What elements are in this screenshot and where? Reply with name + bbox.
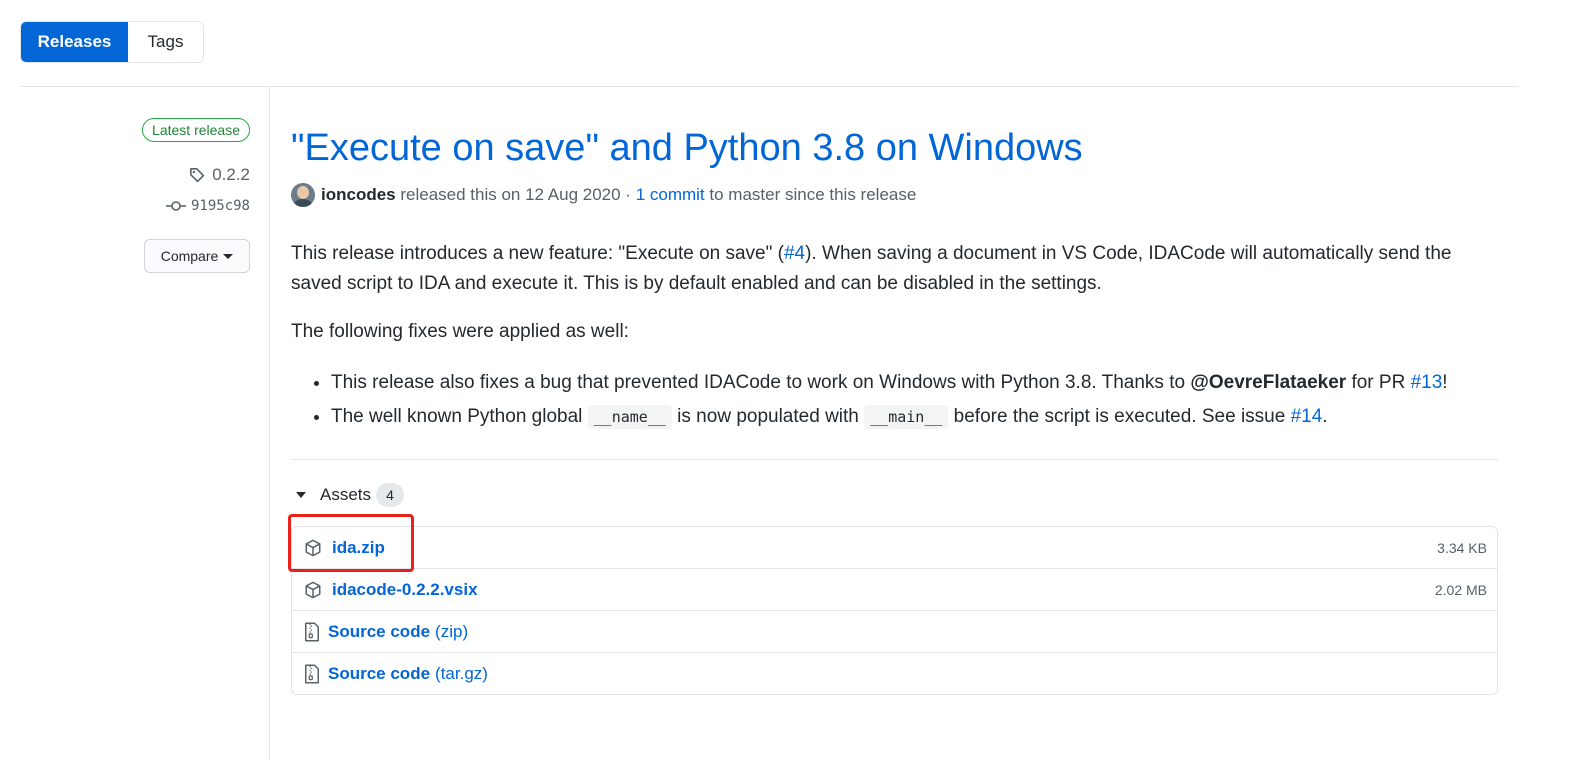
fix-text: for PR xyxy=(1346,372,1411,393)
assets-divider xyxy=(291,459,1498,460)
fixes-list: This release also fixes a bug that preve… xyxy=(291,366,1511,434)
tab-releases[interactable]: Releases xyxy=(21,22,128,62)
tag-icon xyxy=(190,168,205,183)
author-link[interactable]: ioncodes xyxy=(321,185,396,205)
file-zip-icon xyxy=(305,622,319,641)
release-tabs: Releases Tags xyxy=(20,21,204,63)
compare-label: Compare xyxy=(160,248,219,264)
highlight-box xyxy=(288,514,414,572)
top-divider xyxy=(20,86,1518,87)
asset-row-vsix[interactable]: idacode-0.2.2.vsix 2.02 MB xyxy=(292,568,1497,610)
list-item: This release also fixes a bug that preve… xyxy=(331,366,1511,400)
list-item: The well known Python global __name__ is… xyxy=(331,400,1511,434)
fix-text: . xyxy=(1322,406,1328,427)
issue-link-4[interactable]: #4 xyxy=(784,243,805,264)
since-text: to master since this release xyxy=(704,185,917,204)
asset-row-source-zip[interactable]: Source code (zip) xyxy=(292,610,1497,652)
commit-count-link[interactable]: 1 commit xyxy=(636,185,705,205)
compare-button[interactable]: Compare xyxy=(144,239,250,273)
asset-row-source-targz[interactable]: Source code (tar.gz) xyxy=(292,652,1497,694)
release-title[interactable]: "Execute on save" and Python 3.8 on Wind… xyxy=(291,125,1083,171)
fixes-intro: The following fixes were applied as well… xyxy=(291,321,629,342)
asset-name[interactable]: idacode-0.2.2.vsix xyxy=(332,580,478,600)
chevron-down-icon xyxy=(223,253,234,259)
package-icon xyxy=(305,581,321,598)
tab-tags[interactable]: Tags xyxy=(128,22,203,62)
fix-text: is now populated with xyxy=(671,406,865,427)
tag-link[interactable]: 0.2.2 xyxy=(188,165,250,185)
assets-label: Assets xyxy=(320,485,372,504)
commit-icon xyxy=(165,201,186,211)
asset-format[interactable]: (tar.gz) xyxy=(435,664,488,684)
pr-link-13[interactable]: #13 xyxy=(1411,372,1443,393)
asset-name[interactable]: Source code xyxy=(328,664,430,684)
released-text: released this on 12 Aug 2020 · xyxy=(395,185,636,204)
sidebar-divider xyxy=(269,87,270,761)
triangle-down-icon xyxy=(296,492,306,498)
fix-text: ! xyxy=(1442,372,1448,393)
tag-label: 0.2.2 xyxy=(212,165,250,184)
commit-sha: 9195c98 xyxy=(190,198,250,214)
file-zip-icon xyxy=(305,664,319,683)
asset-row-ida-zip[interactable]: ida.zip 3.34 KB xyxy=(292,527,1497,568)
assets-toggle[interactable]: Assets 4 xyxy=(291,483,405,507)
issue-link-14[interactable]: #14 xyxy=(1291,406,1323,427)
assets-list: ida.zip 3.34 KB idacode-0.2.2.vsix 2.02 … xyxy=(291,526,1498,695)
asset-name[interactable]: Source code xyxy=(328,622,430,642)
inline-code: __name__ xyxy=(587,405,672,429)
inline-code: __main__ xyxy=(864,405,949,429)
fix-text: This release also fixes a bug that preve… xyxy=(331,372,1191,393)
latest-release-badge: Latest release xyxy=(142,118,250,142)
asset-size: 3.34 KB xyxy=(1437,539,1487,556)
fix-text: before the script is executed. See issue xyxy=(948,406,1291,427)
description-text: This release introduces a new feature: "… xyxy=(291,243,784,264)
asset-size: 2.02 MB xyxy=(1434,581,1487,598)
release-byline: ioncodes released this on 12 Aug 2020 · … xyxy=(291,183,916,207)
user-mention[interactable]: @OevreFlataeker xyxy=(1190,372,1346,393)
assets-count-badge: 4 xyxy=(376,483,405,507)
fix-text: The well known Python global xyxy=(331,406,588,427)
commit-link[interactable]: 9195c98 xyxy=(165,198,250,214)
avatar[interactable] xyxy=(291,183,315,207)
release-description: This release introduces a new feature: "… xyxy=(291,239,1491,299)
asset-format[interactable]: (zip) xyxy=(435,622,468,642)
